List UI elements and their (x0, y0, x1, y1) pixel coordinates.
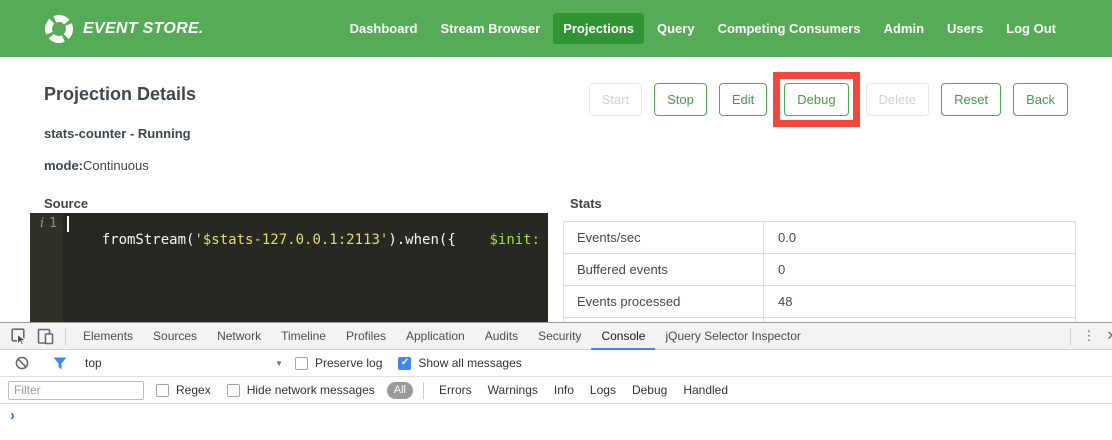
filter-icon[interactable] (47, 352, 73, 374)
stat-value: 0.0 (764, 222, 1075, 253)
tab-jquery-selector-inspector[interactable]: jQuery Selector Inspector (655, 323, 810, 350)
show-all-messages-label: Show all messages (418, 356, 521, 370)
level-warnings[interactable]: Warnings (488, 383, 538, 397)
table-row: Events processed 48 (563, 286, 1076, 318)
toolbar-divider (65, 328, 66, 345)
execution-context-select[interactable]: top ▼ (85, 356, 283, 370)
debug-button[interactable]: Debug (784, 83, 848, 116)
regex-checkbox[interactable] (156, 384, 169, 397)
table-row: Events/sec 0.0 (563, 222, 1076, 254)
start-button[interactable]: Start (589, 83, 642, 116)
hide-network-messages-label: Hide network messages (247, 383, 375, 397)
level-debug[interactable]: Debug (632, 383, 667, 397)
console-prompt-icon[interactable]: › (10, 407, 15, 424)
stat-value: 48 (764, 286, 1075, 317)
toolbar-divider (423, 382, 424, 399)
line-number: 1 (49, 216, 57, 231)
stats-section-label: Stats (570, 196, 602, 211)
tab-application[interactable]: Application (396, 323, 475, 350)
source-code-editor[interactable]: i1 fromStream('$stats-127.0.0.1:2113').w… (30, 213, 548, 322)
stat-name: Events/sec (564, 222, 764, 253)
tab-audits[interactable]: Audits (475, 323, 528, 350)
tab-sources[interactable]: Sources (143, 323, 207, 350)
devtools-tabbar: Elements Sources Network Timeline Profil… (0, 323, 1112, 350)
stat-name: Events processed (564, 286, 764, 317)
code-token-variable: $init: (489, 232, 540, 248)
devtools-window-controls: ⋮ ✕ (1063, 328, 1112, 345)
edit-button[interactable]: Edit (719, 83, 767, 116)
preserve-log-label: Preserve log (315, 356, 382, 370)
mode-value: Continuous (83, 158, 149, 173)
hide-network-messages-checkbox[interactable] (227, 384, 240, 397)
page-title: Projection Details (44, 84, 196, 105)
brand-title: EVENT STORE. (83, 20, 204, 38)
nav-item-query[interactable]: Query (647, 13, 705, 44)
console-output[interactable]: › (0, 404, 1112, 440)
delete-button[interactable]: Delete (866, 83, 930, 116)
nav-item-projections[interactable]: Projections (553, 13, 644, 44)
top-navbar: EVENT STORE. Dashboard Stream Browser Pr… (0, 0, 1112, 57)
toolbar-divider (1070, 328, 1071, 345)
inspect-element-icon[interactable] (6, 325, 32, 347)
level-errors[interactable]: Errors (439, 383, 472, 397)
tab-console[interactable]: Console (591, 323, 655, 350)
brand[interactable]: EVENT STORE. (44, 14, 204, 44)
regex-label: Regex (176, 383, 211, 397)
annotation-info-icon: i (40, 216, 44, 231)
chevron-down-icon: ▼ (275, 359, 283, 368)
level-info[interactable]: Info (554, 383, 574, 397)
show-all-messages-checkbox[interactable] (398, 357, 411, 370)
stop-button[interactable]: Stop (654, 83, 707, 116)
context-value: top (85, 356, 102, 370)
code-token (540, 232, 548, 248)
code-token: ).when({ (388, 232, 489, 248)
code-token: fromStream( (102, 232, 195, 248)
nav-item-logout[interactable]: Log Out (996, 13, 1066, 44)
tab-profiles[interactable]: Profiles (336, 323, 396, 350)
clear-console-icon[interactable] (9, 352, 35, 374)
mode-label: mode: (44, 158, 83, 173)
filter-input[interactable] (8, 381, 144, 400)
device-toolbar-icon[interactable] (32, 325, 58, 347)
editor-gutter: i1 (30, 213, 63, 322)
devtools-panel: Elements Sources Network Timeline Profil… (0, 322, 1112, 440)
stat-name: Buffered events (564, 254, 764, 285)
tab-network[interactable]: Network (207, 323, 271, 350)
projection-action-buttons: Start Stop Edit Debug Delete Reset Back (589, 76, 1068, 122)
preserve-log-checkbox[interactable] (295, 357, 308, 370)
projection-status: stats-counter - Running (44, 126, 191, 141)
tab-security[interactable]: Security (528, 323, 591, 350)
debug-highlight-annotation: Debug (773, 72, 859, 127)
level-handled[interactable]: Handled (683, 383, 728, 397)
projection-mode: mode:Continuous (44, 158, 149, 173)
code-line[interactable]: fromStream('$stats-127.0.0.1:2113').when… (63, 213, 548, 322)
nav-item-stream-browser[interactable]: Stream Browser (430, 13, 550, 44)
nav-item-users[interactable]: Users (937, 13, 993, 44)
event-store-logo-icon (44, 14, 74, 44)
tab-elements[interactable]: Elements (73, 323, 143, 350)
reset-button[interactable]: Reset (941, 83, 1001, 116)
tab-timeline[interactable]: Timeline (271, 323, 336, 350)
table-row: Buffered events 0 (563, 254, 1076, 286)
text-cursor (67, 216, 69, 232)
overflow-menu-icon[interactable]: ⋮ (1078, 328, 1100, 344)
level-all-pill[interactable]: All (387, 382, 413, 399)
console-toolbar-main: top ▼ Preserve log Show all messages (0, 350, 1112, 377)
stat-value: 0 (764, 254, 1075, 285)
nav-item-admin[interactable]: Admin (874, 13, 934, 44)
back-button[interactable]: Back (1013, 83, 1068, 116)
nav-menu: Dashboard Stream Browser Projections Que… (340, 13, 1066, 44)
nav-item-dashboard[interactable]: Dashboard (340, 13, 428, 44)
source-section-label: Source (44, 196, 88, 211)
close-icon[interactable]: ✕ (1100, 328, 1112, 344)
level-logs[interactable]: Logs (590, 383, 616, 397)
console-toolbar-filter: Regex Hide network messages All Errors W… (0, 377, 1112, 404)
stats-table: Events/sec 0.0 Buffered events 0 Events … (563, 221, 1076, 322)
nav-item-competing-consumers[interactable]: Competing Consumers (708, 13, 871, 44)
code-token-string: '$stats-127.0.0.1:2113' (194, 232, 388, 248)
